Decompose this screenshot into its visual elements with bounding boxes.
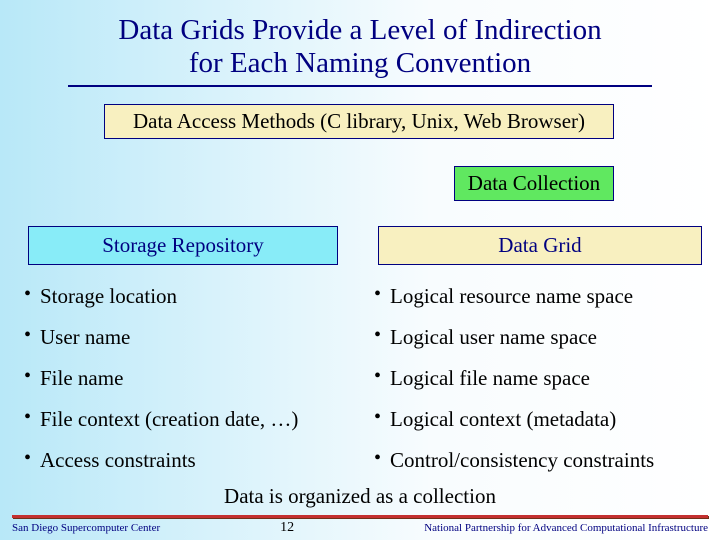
box-access-label: Data Access Methods (C library, Unix, We… [133, 109, 585, 133]
footer-left: San Diego Supercomputer Center [12, 522, 160, 534]
title-underline [68, 85, 652, 87]
page-number: 12 [280, 520, 294, 536]
list-item: Logical user name space [374, 317, 714, 358]
list-item: Logical resource name space [374, 276, 714, 317]
box-storage-repository: Storage Repository [28, 226, 338, 265]
list-item: File context (creation date, …) [24, 399, 354, 440]
footer-divider [12, 515, 708, 518]
box-collection-label: Data Collection [468, 171, 600, 195]
footer: San Diego Supercomputer Center 12 Nation… [0, 520, 720, 536]
list-item: File name [24, 358, 354, 399]
slide-title: Data Grids Provide a Level of Indirectio… [0, 0, 720, 83]
box-data-collection: Data Collection [454, 166, 614, 201]
list-item: Control/consistency constraints [374, 440, 714, 481]
box-access-methods: Data Access Methods (C library, Unix, We… [104, 104, 614, 139]
list-item: User name [24, 317, 354, 358]
footer-right: National Partnership for Advanced Comput… [294, 522, 708, 534]
title-line-2: for Each Naming Convention [189, 47, 531, 79]
title-line-1: Data Grids Provide a Level of Indirectio… [118, 14, 601, 46]
list-item: Access constraints [24, 440, 354, 481]
list-item: Logical file name space [374, 358, 714, 399]
list-item: Logical context (metadata) [374, 399, 714, 440]
bottom-caption: Data is organized as a collection [0, 484, 720, 509]
box-data-grid: Data Grid [378, 226, 702, 265]
left-column: Storage location User name File name Fil… [0, 276, 360, 481]
box-grid-label: Data Grid [498, 233, 581, 257]
comparison-columns: Storage location User name File name Fil… [0, 276, 720, 481]
list-item: Storage location [24, 276, 354, 317]
right-column: Logical resource name space Logical user… [360, 276, 720, 481]
box-repo-label: Storage Repository [102, 233, 264, 257]
